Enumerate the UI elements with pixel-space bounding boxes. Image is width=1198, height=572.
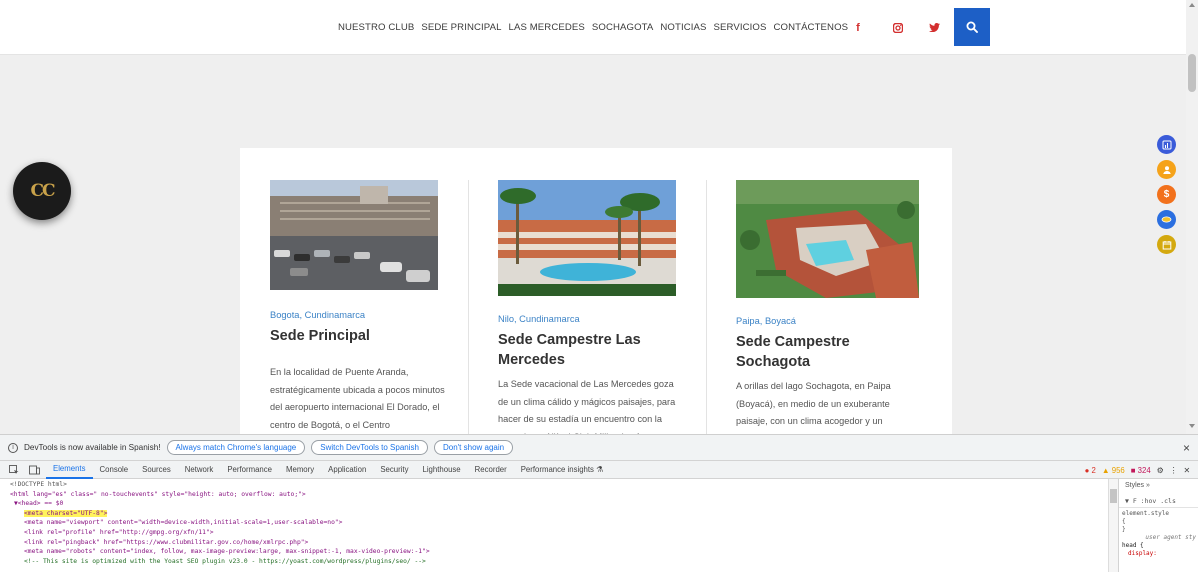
- tab-application[interactable]: Application: [321, 460, 373, 479]
- sede-title[interactable]: Sede Principal: [270, 326, 450, 346]
- dom-line[interactable]: <!DOCTYPE html>: [10, 480, 1108, 490]
- elements-dom-tree[interactable]: <!DOCTYPE html> <html lang="es" class=" …: [0, 479, 1108, 572]
- sede-location: Bogota, Cundinamarca: [270, 310, 366, 320]
- styles-pane: Styles » ▼ F :hov .cls element.style { }…: [1118, 479, 1198, 572]
- styles-tab[interactable]: Styles »: [1119, 479, 1198, 491]
- instagram-icon[interactable]: [890, 0, 906, 55]
- page-scrollbar[interactable]: [1186, 0, 1198, 434]
- link-icon[interactable]: [1157, 210, 1176, 229]
- tab-performance[interactable]: Performance: [220, 460, 279, 479]
- infobar-message: DevTools is now available in Spanish!: [24, 443, 161, 452]
- dom-line[interactable]: <!-- This site is optimized with the Yoa…: [10, 557, 1108, 567]
- dom-line-head-selected[interactable]: ▼<head> == $0: [10, 499, 1108, 509]
- sede-location: Paipa, Boyacá: [736, 316, 796, 326]
- nav-item-contactenos[interactable]: CONTÁCTENOS: [773, 22, 848, 33]
- sede-card-sochagota: Paipa, Boyacá Sede Campestre Sochagota A…: [736, 180, 919, 434]
- dont-show-again-button[interactable]: Don't show again: [433, 440, 514, 455]
- tab-recorder[interactable]: Recorder: [468, 460, 514, 479]
- sede-location: Nilo, Cundinamarca: [498, 314, 580, 324]
- dom-line[interactable]: <link rel="pingback" href="https://www.c…: [10, 538, 1108, 548]
- warning-count-badge[interactable]: ▲ 956: [1102, 466, 1125, 475]
- sede-description: La Sede vacacional de Las Mercedes goza …: [498, 379, 676, 434]
- ua-selector: head {: [1122, 542, 1144, 549]
- nav-item-noticias[interactable]: NOTICIAS: [660, 22, 706, 33]
- logo-monogram: CC: [30, 181, 55, 201]
- sede-description: A orillas del lago Sochagota, en Paipa (…: [736, 381, 898, 434]
- dom-line[interactable]: <link rel="profile" href="http://gmpg.or…: [10, 528, 1108, 538]
- sede-card-principal: Bogota, Cundinamarca Sede Principal En l…: [270, 180, 450, 434]
- error-count-badge[interactable]: ● 2: [1085, 466, 1096, 475]
- sedes-section: Bogota, Cundinamarca Sede Principal En l…: [240, 148, 952, 434]
- ua-property: display:: [1128, 550, 1157, 557]
- tab-lighthouse[interactable]: Lighthouse: [415, 460, 467, 479]
- tab-elements[interactable]: Elements: [46, 460, 93, 479]
- column-divider: [468, 180, 469, 434]
- close-icon[interactable]: ×: [1183, 441, 1190, 455]
- club-logo-badge[interactable]: CC: [13, 162, 71, 220]
- nav-item-servicios[interactable]: SERVICIOS: [714, 22, 767, 33]
- more-options-icon[interactable]: ⋮: [1170, 466, 1178, 475]
- page-viewport: NUESTRO CLUB SEDE PRINCIPAL LAS MERCEDES…: [0, 0, 1198, 434]
- device-toolbar-icon[interactable]: [26, 463, 42, 477]
- dom-scroll-thumb[interactable]: [1110, 489, 1117, 503]
- issues-count: 324: [1137, 466, 1151, 475]
- nav-item-las-mercedes[interactable]: LAS MERCEDES: [509, 22, 585, 33]
- site-header: NUESTRO CLUB SEDE PRINCIPAL LAS MERCEDES…: [0, 0, 1198, 55]
- user-icon[interactable]: [1157, 160, 1176, 179]
- tab-memory[interactable]: Memory: [279, 460, 321, 479]
- scroll-up-arrow-icon[interactable]: [1189, 3, 1195, 7]
- tab-security[interactable]: Security: [373, 460, 415, 479]
- column-divider: [706, 180, 707, 434]
- tab-performance-insights[interactable]: Performance insights ⚗: [514, 460, 610, 479]
- nav-item-sochagota[interactable]: SOCHAGOTA: [592, 22, 654, 33]
- main-nav: NUESTRO CLUB SEDE PRINCIPAL LAS MERCEDES…: [338, 0, 848, 55]
- close-devtools-icon[interactable]: ✕: [1183, 466, 1190, 475]
- dollar-icon[interactable]: $: [1157, 185, 1176, 204]
- close-brace: }: [1122, 526, 1126, 533]
- nav-item-nuestro-club[interactable]: NUESTRO CLUB: [338, 22, 414, 33]
- element-style-label: element.style: [1122, 510, 1169, 517]
- devtools-tabbar: Elements Console Sources Network Perform…: [0, 460, 1198, 479]
- sede-title[interactable]: Sede Campestre Sochagota: [736, 332, 916, 372]
- styles-filter[interactable]: ▼ F :hov .cls: [1119, 495, 1198, 508]
- devtools-status: ● 2 ▲ 956 ■ 324 ⚙ ⋮ ✕: [1085, 461, 1190, 480]
- error-count: 2: [1091, 466, 1096, 475]
- warning-count: 956: [1111, 466, 1125, 475]
- issues-count-badge[interactable]: ■ 324: [1131, 466, 1151, 475]
- switch-to-spanish-button[interactable]: Switch DevTools to Spanish: [311, 440, 428, 455]
- sede-card-las-mercedes: Nilo, Cundinamarca Sede Campestre Las Me…: [498, 180, 678, 434]
- style-rules: element.style { } user agent sty head { …: [1119, 508, 1198, 558]
- always-match-language-button[interactable]: Always match Chrome's language: [166, 440, 306, 455]
- sede-description: En la localidad de Puente Aranda, estrat…: [270, 367, 445, 430]
- twitter-icon[interactable]: [926, 0, 942, 55]
- tab-network[interactable]: Network: [178, 460, 221, 479]
- dom-line-meta-charset[interactable]: <meta charset="UTF-8">: [10, 509, 1108, 519]
- dom-line[interactable]: <meta name="robots" content="index, foll…: [10, 547, 1108, 557]
- settings-gear-icon[interactable]: ⚙: [1157, 466, 1164, 475]
- chart-icon[interactable]: [1157, 135, 1176, 154]
- facebook-icon[interactable]: f: [850, 0, 866, 55]
- info-icon: i: [8, 442, 18, 453]
- sede-las-mercedes-photo: [498, 180, 676, 296]
- devtools-language-infobar: i DevTools is now available in Spanish! …: [0, 434, 1198, 460]
- search-button[interactable]: [954, 8, 990, 46]
- sede-sochagota-photo: [736, 180, 919, 298]
- nav-item-sede-principal[interactable]: SEDE PRINCIPAL: [421, 22, 501, 33]
- inspect-element-icon[interactable]: [6, 463, 22, 477]
- tab-sources[interactable]: Sources: [135, 460, 178, 479]
- user-agent-label: user agent sty: [1145, 534, 1196, 541]
- dom-scrollbar[interactable]: [1108, 479, 1118, 572]
- sede-principal-photo: [270, 180, 438, 290]
- floating-shortcuts: $: [1157, 135, 1176, 254]
- scroll-down-arrow-icon[interactable]: [1189, 424, 1195, 428]
- sede-title[interactable]: Sede Campestre Las Mercedes: [498, 330, 678, 370]
- dom-line[interactable]: <meta name="viewport" content="width=dev…: [10, 518, 1108, 528]
- open-brace: {: [1122, 518, 1126, 525]
- calendar-icon[interactable]: [1157, 235, 1176, 254]
- search-icon: [966, 21, 978, 33]
- tab-console[interactable]: Console: [93, 460, 136, 479]
- scroll-thumb[interactable]: [1188, 54, 1196, 92]
- dom-line[interactable]: <html lang="es" class=" no-touchevents" …: [10, 490, 1108, 500]
